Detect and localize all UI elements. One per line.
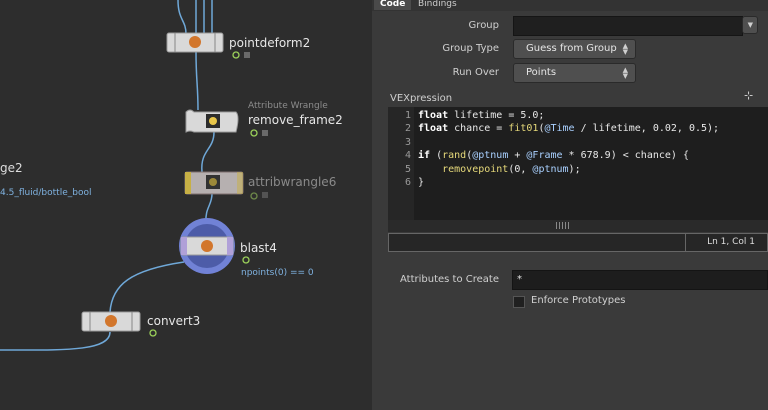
line-number-gutter: 1 2 3 4 5 6 — [388, 107, 414, 220]
node-label-blast4[interactable]: blast4 — [240, 241, 277, 255]
code-line-1: float lifetime = 5.0; — [418, 110, 545, 121]
resize-grip-icon[interactable] — [556, 222, 570, 229]
node-info-blast4: npoints(0) == 0 — [241, 268, 314, 278]
node-label-attribwrangle6[interactable]: attribwrangle6 — [248, 175, 336, 189]
updown-arrows-icon: ▲ ▼ — [622, 66, 628, 80]
line-number: 4 — [404, 150, 411, 161]
node-type-remove-frame2: Attribute Wrangle — [248, 101, 328, 111]
status-divider — [685, 234, 686, 251]
group-dropdown-button[interactable]: ▼ — [742, 16, 758, 34]
node-blast4 — [179, 218, 250, 274]
network-editor[interactable]: ge2 4.5_fluid/bottle_bool pointdeform2 A… — [0, 0, 372, 410]
line-number: 1 — [404, 110, 411, 121]
code-line-4: if (rand(@ptnum + @Frame * 678.9) < chan… — [418, 150, 689, 161]
node-label-remove-frame2[interactable]: remove_frame2 — [248, 113, 343, 127]
partial-node-path: 4.5_fluid/bottle_bool — [0, 188, 92, 198]
run-over-label: Run Over — [452, 67, 499, 78]
group-label: Group — [468, 20, 499, 31]
line-number: 6 — [404, 177, 411, 188]
code-line-6: } — [418, 177, 425, 188]
code-line-2: float chance = fit01(@Time / lifetime, 0… — [418, 123, 720, 134]
code-scrollbar[interactable] — [388, 220, 768, 232]
group-type-value: Guess from Group — [526, 43, 617, 54]
chevron-down-icon: ▼ — [747, 21, 753, 29]
updown-arrows-icon: ▲ ▼ — [622, 42, 628, 56]
tab-bindings[interactable]: Bindings — [412, 0, 463, 10]
cursor-position: Ln 1, Col 1 — [707, 237, 755, 247]
vexpression-label: VEXpression — [390, 93, 453, 104]
attributes-field[interactable]: * — [512, 270, 768, 290]
run-over-menu[interactable]: Points ▲ ▼ — [513, 63, 636, 83]
code-status-bar: Ln 1, Col 1 — [388, 233, 768, 252]
node-label-pointdeform2[interactable]: pointdeform2 — [229, 36, 310, 50]
vex-code-editor[interactable]: 1 2 3 4 5 6 float lifetime = 5.0; float … — [388, 107, 768, 220]
group-type-label: Group Type — [442, 43, 499, 54]
code-line-5: removepoint(0, @ptnum); — [442, 164, 581, 175]
enforce-prototypes-checkbox[interactable] — [513, 296, 525, 308]
line-number: 5 — [404, 164, 411, 175]
group-type-menu[interactable]: Guess from Group ▲ ▼ — [513, 39, 636, 59]
network-wires — [0, 0, 268, 351]
line-number: 2 — [404, 123, 411, 134]
tab-code[interactable]: Code — [374, 0, 412, 10]
group-field[interactable] — [513, 16, 743, 36]
preset-icon[interactable]: ⊹ — [744, 89, 753, 102]
node-label-convert3[interactable]: convert3 — [147, 314, 200, 328]
enforce-prototypes-label: Enforce Prototypes — [531, 295, 626, 306]
line-number: 3 — [404, 137, 411, 148]
param-tabbar: Code Bindings — [372, 0, 768, 11]
attributes-label: Attributes to Create — [400, 274, 499, 285]
partial-node-label: ge2 — [0, 161, 23, 175]
run-over-value: Points — [526, 67, 557, 78]
node-convert3 — [81, 311, 157, 337]
